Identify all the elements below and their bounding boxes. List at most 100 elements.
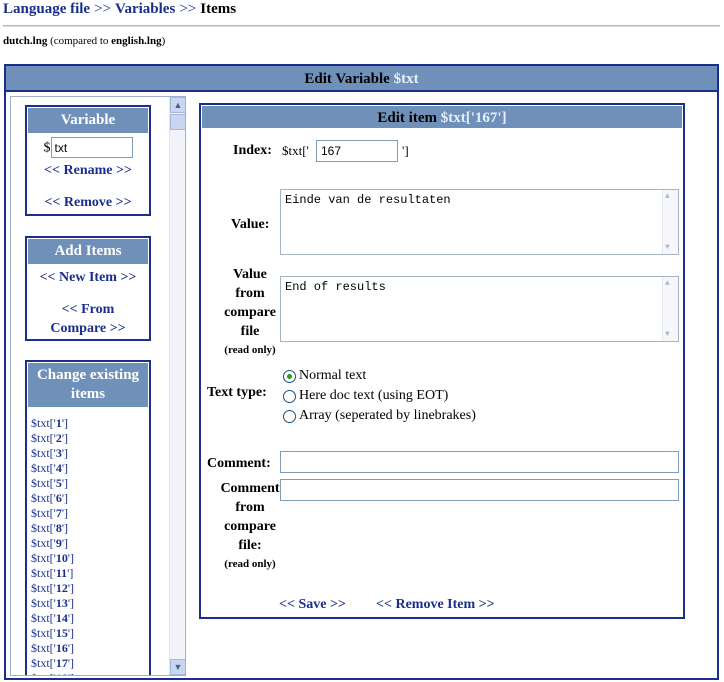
left-sidebar[interactable]: Variable $ << Rename >> << Remove >> Add… [10,96,186,676]
language-file-name: dutch.lng [3,35,48,47]
existing-item-link[interactable]: $txt['1'] [31,416,149,431]
edit-variable-name: $txt [393,71,419,87]
existing-item-link[interactable]: $txt['4'] [31,461,149,476]
item-prefix: $txt[' [31,641,56,655]
breadcrumb-language-file-link[interactable]: Language file [3,1,90,17]
item-prefix: $txt[' [31,566,56,580]
value-textarea[interactable]: Einde van de resultaten ▲ ▼ [280,189,679,255]
text-type-option[interactable]: Here doc text (using EOT) [283,386,448,406]
existing-item-link[interactable]: $txt['12'] [31,581,149,596]
save-link[interactable]: << Save >> [279,597,346,613]
item-suffix: '] [61,536,68,550]
change-items-box: Change existing items $txt['1'] $txt['2']… [25,360,151,675]
index-prefix: $txt[' [282,143,309,158]
existing-item-link[interactable]: $txt['5'] [31,476,149,491]
from-compare-link[interactable]: << From Compare >> [27,300,149,338]
item-number: 15 [55,626,68,640]
item-suffix: '] [67,656,74,670]
item-prefix: $txt[' [31,491,56,505]
text-type-option[interactable]: Array (seperated by linebrakes) [283,406,476,426]
existing-item-link[interactable]: $txt['2'] [31,431,149,446]
item-suffix: '] [61,446,68,460]
compare-value-scrollbar[interactable]: ▲ ▼ [662,277,678,341]
remove-item-link[interactable]: << Remove Item >> [376,597,495,613]
existing-item-link[interactable]: $txt['13'] [31,596,149,611]
breadcrumb: Language file >> Variables >> Items [3,1,236,18]
existing-item-link[interactable]: $txt['16'] [31,641,149,656]
item-prefix: $txt[' [31,551,56,565]
existing-item-link[interactable]: $txt['17'] [31,656,149,671]
compared-prefix: (compared to [50,35,112,47]
item-number: 11 [55,566,68,580]
item-suffix: '] [67,596,74,610]
item-number: 16 [55,641,68,655]
item-prefix: $txt[' [31,581,56,595]
existing-item-link[interactable]: $txt['7'] [31,506,149,521]
edit-item-title: Edit item [377,110,441,126]
compare-read-only-note: (read only) [224,344,276,356]
scroll-thumb[interactable] [170,114,185,130]
divider [3,25,720,27]
existing-item-link[interactable]: $txt['10'] [31,551,149,566]
existing-item-link[interactable]: $txt['15'] [31,626,149,641]
existing-item-link[interactable]: $txt['14'] [31,611,149,626]
breadcrumb-variables-link[interactable]: Variables [115,1,175,17]
existing-item-link[interactable]: $txt['6'] [31,491,149,506]
sidebar-scrollbar[interactable]: ▲ ▼ [169,97,185,675]
item-suffix: '] [61,461,68,475]
variable-name-input[interactable] [50,137,133,158]
item-suffix: '] [61,491,68,505]
compare-label-line2: from [235,286,265,301]
value-label: Value: [231,217,270,232]
new-item-link[interactable]: << New Item >> [27,268,149,287]
edit-item-name: $txt['167'] [440,110,507,126]
item-suffix: '] [67,551,74,565]
existing-item-link[interactable]: $txt['18'] [31,671,149,675]
radio-button[interactable] [283,369,296,383]
item-suffix: '] [61,521,68,535]
existing-item-link[interactable]: $txt['8'] [31,521,149,536]
add-items-title: Add Items [27,238,149,265]
variable-box: Variable $ << Rename >> << Remove >> [25,105,151,216]
item-suffix: '] [67,611,74,625]
scroll-up-arrow-icon[interactable]: ▲ [170,97,185,113]
radio-button[interactable] [283,389,296,403]
scroll-down-arrow-icon[interactable]: ▼ [170,659,185,675]
breadcrumb-separator: >> [94,1,112,17]
existing-item-link[interactable]: $txt['11'] [31,566,149,581]
edit-variable-panel: Edit Variable $txt Variable $ << Rename … [4,64,719,680]
item-suffix: '] [68,671,74,675]
dollar-sign: $ [43,140,51,156]
item-prefix: $txt[' [31,656,56,670]
existing-item-link[interactable]: $txt['9'] [31,536,149,551]
edit-variable-title: Edit Variable [304,71,394,87]
compare-comment-line4: file: [238,538,262,553]
compare-label-line1: Value [233,267,267,282]
rename-link[interactable]: << Rename >> [27,161,149,180]
value-scrollbar[interactable]: ▲ ▼ [662,190,678,254]
change-items-title: Change existing items [27,362,149,408]
item-number: 14 [55,611,68,625]
existing-item-link[interactable]: $txt['3'] [31,446,149,461]
remove-link[interactable]: << Remove >> [27,193,149,212]
radio-button[interactable] [283,409,296,423]
from-compare-line1: << From [61,302,115,317]
item-number: 17 [55,656,68,670]
item-suffix: '] [61,416,68,430]
comment-input[interactable] [280,451,679,473]
compare-comment-input[interactable] [280,479,679,501]
text-type-option[interactable]: Normal text [283,366,366,386]
radio-label: Here doc text (using EOT) [299,388,449,403]
index-suffix: '] [402,143,409,158]
item-prefix: $txt[' [31,506,56,520]
index-input[interactable] [316,140,398,162]
item-number: 12 [55,581,68,595]
item-prefix: $txt[' [31,536,56,550]
comment-label: Comment: [207,456,271,471]
item-prefix: $txt[' [31,446,56,460]
compare-value-textarea[interactable]: End of results ▲ ▼ [280,276,679,342]
text-type-label: Text type: [207,385,267,400]
radio-label: Normal text [299,368,367,383]
compare-comment-line1: Comment [220,481,280,496]
item-prefix: $txt[' [31,521,56,535]
